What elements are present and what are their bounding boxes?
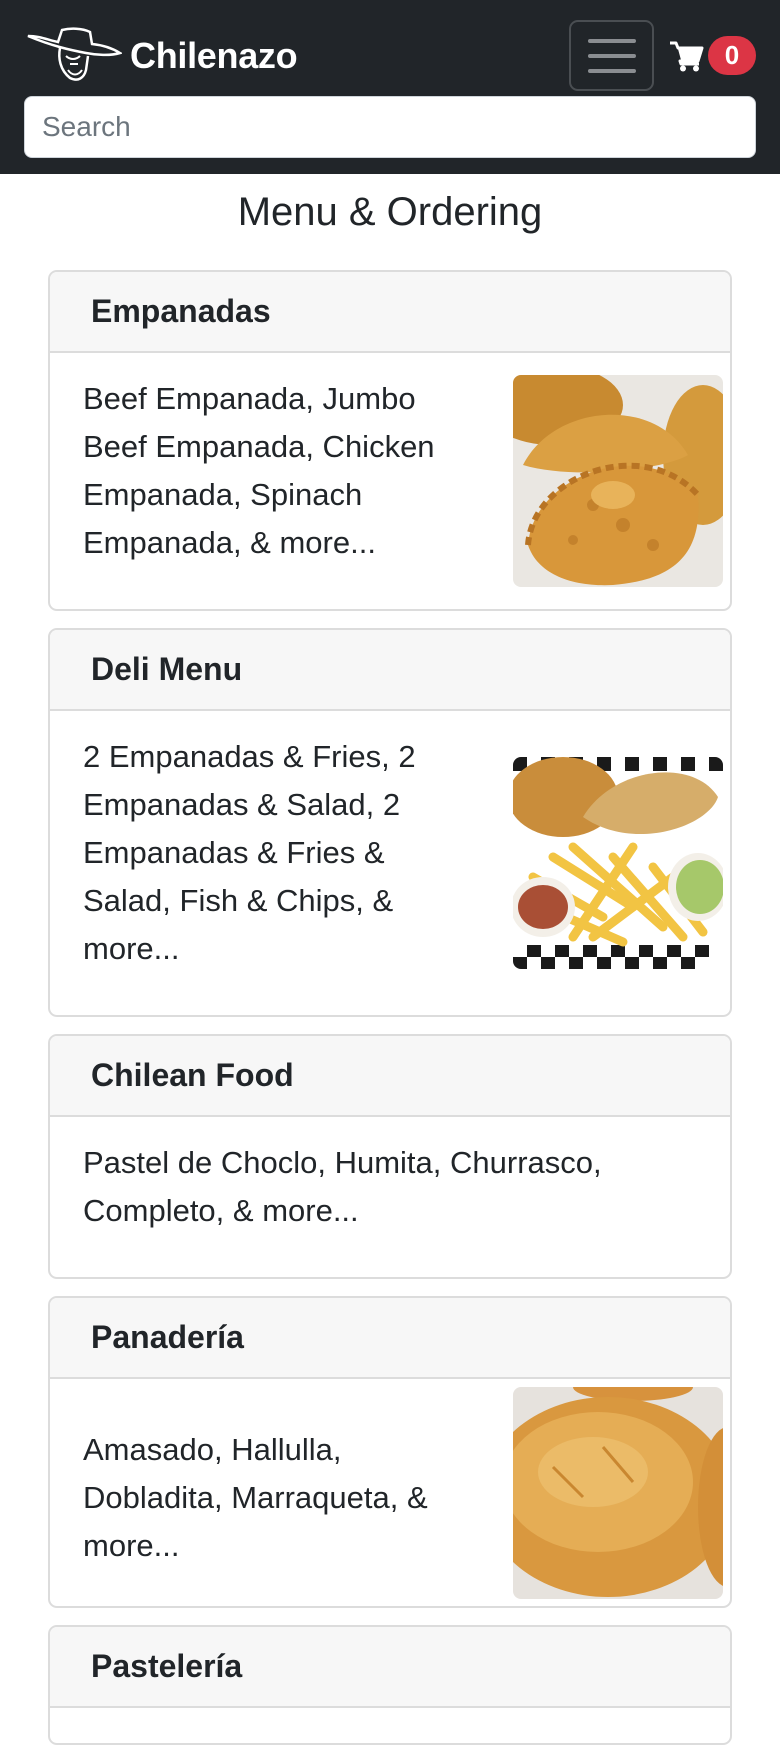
category-description: 2 Empanadas & Fries, 2 Empanadas & Salad…: [83, 739, 416, 966]
category-card-deli-menu[interactable]: Deli Menu 2 Empanadas & Fries, 2 Empanad…: [48, 628, 732, 1017]
category-card-empanadas[interactable]: Empanadas Beef Empanada, Jumbo Beef Empa…: [48, 270, 732, 611]
category-header[interactable]: Empanadas: [50, 272, 730, 353]
hamburger-icon-bar: [587, 68, 636, 73]
category-header[interactable]: Pastelería: [50, 1627, 730, 1708]
hamburger-icon-bar: [587, 38, 636, 43]
cart-count-badge[interactable]: 0: [708, 36, 756, 75]
brand-link[interactable]: Chilenazo: [26, 26, 298, 86]
hamburger-icon-bar: [587, 53, 636, 58]
panaderia-image[interactable]: [513, 1387, 723, 1599]
category-card-panaderia[interactable]: Panadería Amasado, Hallulla, Dobladita, …: [48, 1296, 732, 1608]
deli-menu-image[interactable]: [513, 757, 723, 969]
category-header[interactable]: Chilean Food: [50, 1036, 730, 1117]
category-body: Beef Empanada, Jumbo Beef Empanada, Chic…: [50, 353, 730, 609]
category-header[interactable]: Panadería: [50, 1298, 730, 1379]
category-card-pasteleria[interactable]: Pastelería: [48, 1625, 732, 1745]
category-description: Amasado, Hallulla, Dobladita, Marraqueta…: [83, 1432, 428, 1563]
category-card-chilean-food[interactable]: Chilean Food Pastel de Choclo, Humita, C…: [48, 1034, 732, 1279]
shopping-cart-icon[interactable]: [670, 40, 704, 72]
cowboy-hat-logo-icon: [27, 27, 122, 81]
brand-name: Chilenazo: [130, 35, 298, 76]
page-title: Menu & Ordering: [237, 190, 543, 234]
empanadas-image[interactable]: [513, 375, 723, 587]
category-header[interactable]: Deli Menu: [50, 630, 730, 711]
category-body: 2 Empanadas & Fries, 2 Empanadas & Salad…: [50, 711, 730, 1015]
category-body: Pastel de Choclo, Humita, Churrasco, Com…: [50, 1117, 730, 1277]
search-input[interactable]: [24, 96, 756, 158]
category-body: Amasado, Hallulla, Dobladita, Marraqueta…: [50, 1379, 730, 1606]
category-description: Beef Empanada, Jumbo Beef Empanada, Chic…: [83, 381, 435, 560]
menu-toggle-button[interactable]: [569, 20, 654, 91]
navbar: Chilenazo 0: [0, 0, 780, 174]
category-description: Pastel de Choclo, Humita, Churrasco, Com…: [83, 1145, 602, 1228]
